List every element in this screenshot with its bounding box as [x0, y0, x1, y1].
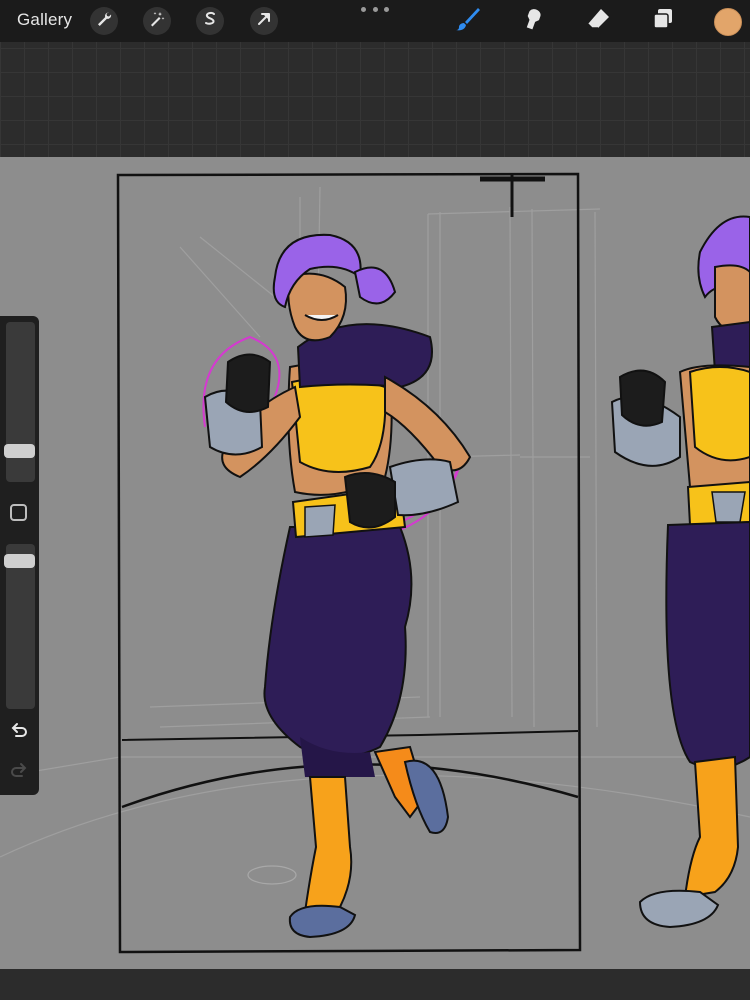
gallery-button[interactable]: Gallery	[17, 10, 72, 30]
opacity-thumb[interactable]	[4, 554, 35, 568]
color-picker-button[interactable]	[714, 8, 742, 36]
selection-button[interactable]	[196, 7, 224, 35]
opacity-slider[interactable]	[6, 544, 35, 709]
transform-button[interactable]	[250, 7, 278, 35]
wrench-icon	[96, 11, 112, 32]
selection-s-icon	[202, 11, 218, 32]
magic-wand-icon	[149, 11, 165, 32]
brush-size-thumb[interactable]	[4, 444, 35, 458]
floor-sketch	[247, 865, 297, 885]
redo-icon	[10, 761, 28, 784]
brush-tool-button[interactable]	[452, 5, 484, 37]
undo-button[interactable]	[9, 722, 29, 742]
second-character	[610, 215, 750, 929]
adjustments-button[interactable]	[143, 7, 171, 35]
top-toolbar: Gallery	[0, 0, 750, 42]
actions-button[interactable]	[90, 7, 118, 35]
side-controls	[0, 316, 39, 795]
drawing-canvas[interactable]	[0, 157, 750, 969]
main-character	[202, 233, 472, 939]
brush-size-slider[interactable]	[6, 322, 35, 482]
smudge-tool-button[interactable]	[517, 5, 549, 37]
brush-icon	[454, 5, 482, 38]
modify-button[interactable]	[10, 504, 27, 521]
layers-button[interactable]	[647, 5, 679, 37]
smudge-icon	[519, 5, 547, 38]
dot-icon	[372, 6, 378, 12]
eraser-icon	[584, 5, 612, 38]
redo-button[interactable]	[9, 762, 29, 782]
dot-icon	[384, 6, 389, 12]
dot-icon	[361, 6, 366, 12]
transform-arrow-icon	[256, 11, 272, 32]
layers-icon	[649, 5, 677, 38]
more-options-dots[interactable]	[361, 2, 389, 16]
eraser-tool-button[interactable]	[582, 5, 614, 37]
undo-icon	[10, 721, 28, 744]
bottom-bar	[0, 969, 750, 1000]
artwork-svg	[0, 172, 750, 954]
